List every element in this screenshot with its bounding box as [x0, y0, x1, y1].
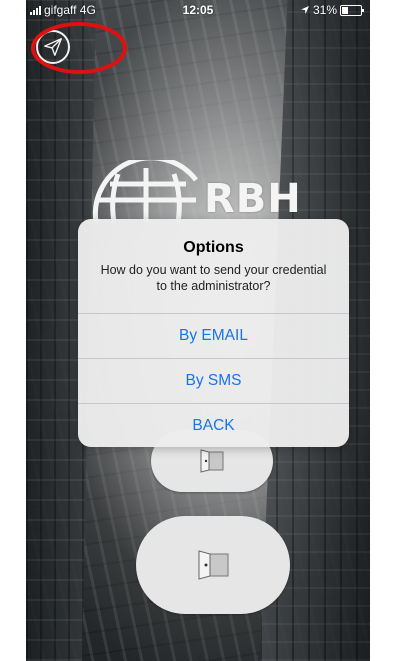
door-button-2[interactable]: [136, 516, 290, 614]
door-icon: [200, 449, 224, 473]
options-dialog: Options How do you want to send your cre…: [78, 219, 349, 447]
status-bar: gifgaff 4G 12:05 31%: [26, 0, 370, 20]
highlight-annotation-circle: [31, 22, 127, 74]
battery-percent: 31%: [312, 3, 337, 17]
logo-text: RBH: [204, 176, 302, 222]
dialog-title: Options: [183, 239, 244, 256]
by-sms-button[interactable]: By SMS: [78, 358, 349, 403]
status-bar-right: 31%: [300, 3, 364, 17]
door-icon: [198, 550, 229, 580]
app-screen: gifgaff 4G 12:05 31% RBH Options How do …: [26, 0, 370, 661]
dialog-header: Options How do you want to send your cre…: [78, 219, 349, 313]
dialog-message: How do you want to send your credential …: [100, 263, 327, 293]
back-button[interactable]: BACK: [78, 403, 349, 447]
location-arrow-icon: [300, 6, 309, 14]
by-email-button[interactable]: By EMAIL: [78, 313, 349, 358]
battery-icon: [340, 4, 364, 16]
